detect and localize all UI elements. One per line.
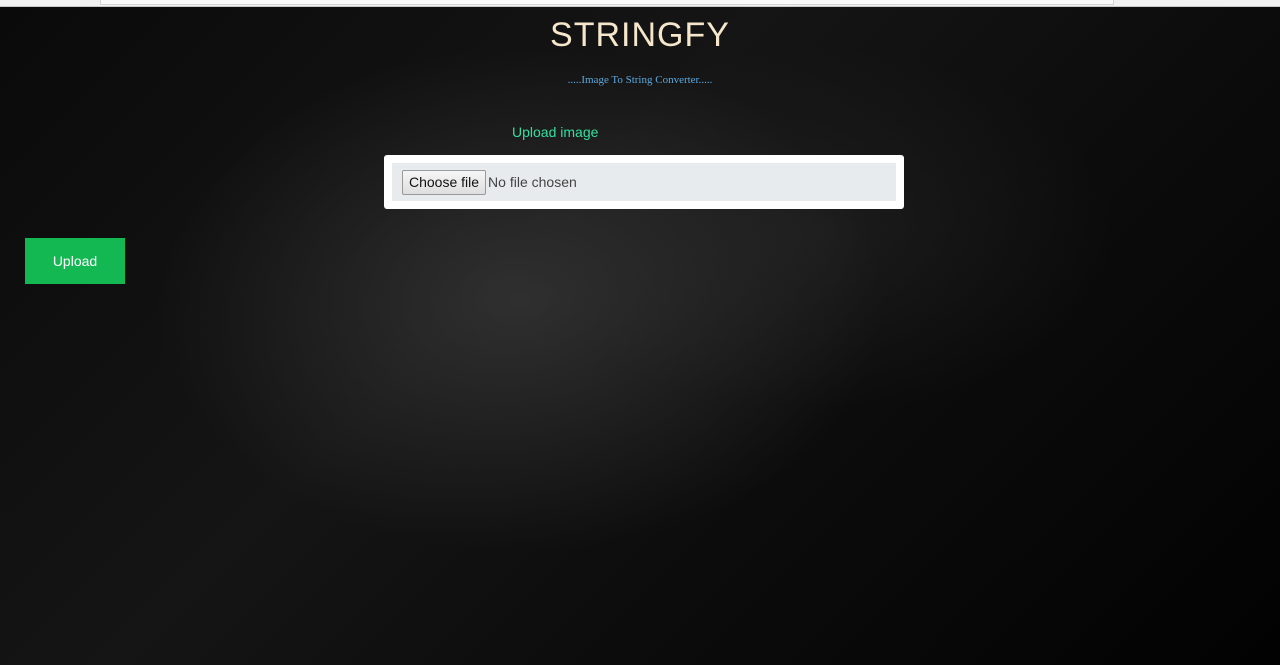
- choose-file-button[interactable]: Choose file: [402, 169, 487, 195]
- page-title: STRINGFY: [550, 16, 730, 54]
- browser-top-strip: [0, 0, 1280, 7]
- file-input-card: Choose file No file chosen: [384, 155, 904, 209]
- upload-image-label: Upload image: [512, 124, 599, 140]
- page-subtitle: .....Image To String Converter.....: [567, 74, 713, 86]
- file-input[interactable]: Choose file No file chosen: [392, 163, 896, 201]
- file-status-text: No file chosen: [488, 174, 577, 190]
- upload-button[interactable]: Upload: [25, 238, 125, 284]
- browser-top-strip-inner: [100, 0, 1114, 5]
